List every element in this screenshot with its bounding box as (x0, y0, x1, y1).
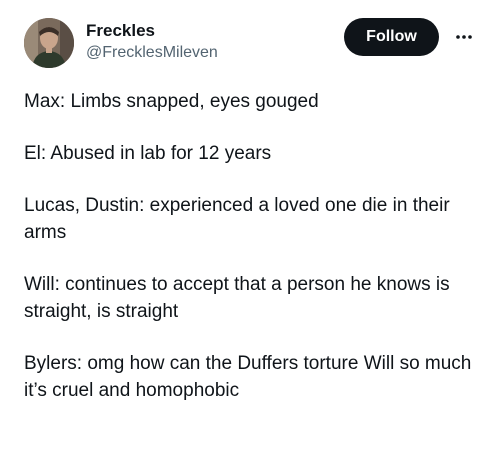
display-name[interactable]: Freckles (86, 20, 218, 42)
tweet-paragraph: El: Abused in lab for 12 years (24, 143, 272, 164)
follow-button[interactable]: Follow (344, 18, 439, 56)
author-names: Freckles @FrecklesMileven (86, 20, 218, 64)
profile-photo-icon (24, 18, 74, 68)
tweet-paragraph: Bylers: omg how can the Duffers torture … (24, 353, 472, 401)
tweet-card: Freckles @FrecklesMileven Follow Max: Li… (0, 0, 500, 466)
avatar[interactable] (24, 18, 74, 68)
user-handle[interactable]: @FrecklesMileven (86, 42, 218, 64)
tweet-header: Freckles @FrecklesMileven Follow (24, 18, 484, 72)
tweet-paragraph: Will: continues to accept that a person … (24, 274, 450, 322)
tweet-text: Max: Limbs snapped, eyes gouged El: Abus… (24, 88, 480, 429)
ellipsis-icon[interactable] (454, 27, 474, 47)
tweet-paragraph: Lucas, Dustin: experienced a loved one d… (24, 195, 450, 243)
tweet-paragraph: Max: Limbs snapped, eyes gouged (24, 91, 319, 112)
